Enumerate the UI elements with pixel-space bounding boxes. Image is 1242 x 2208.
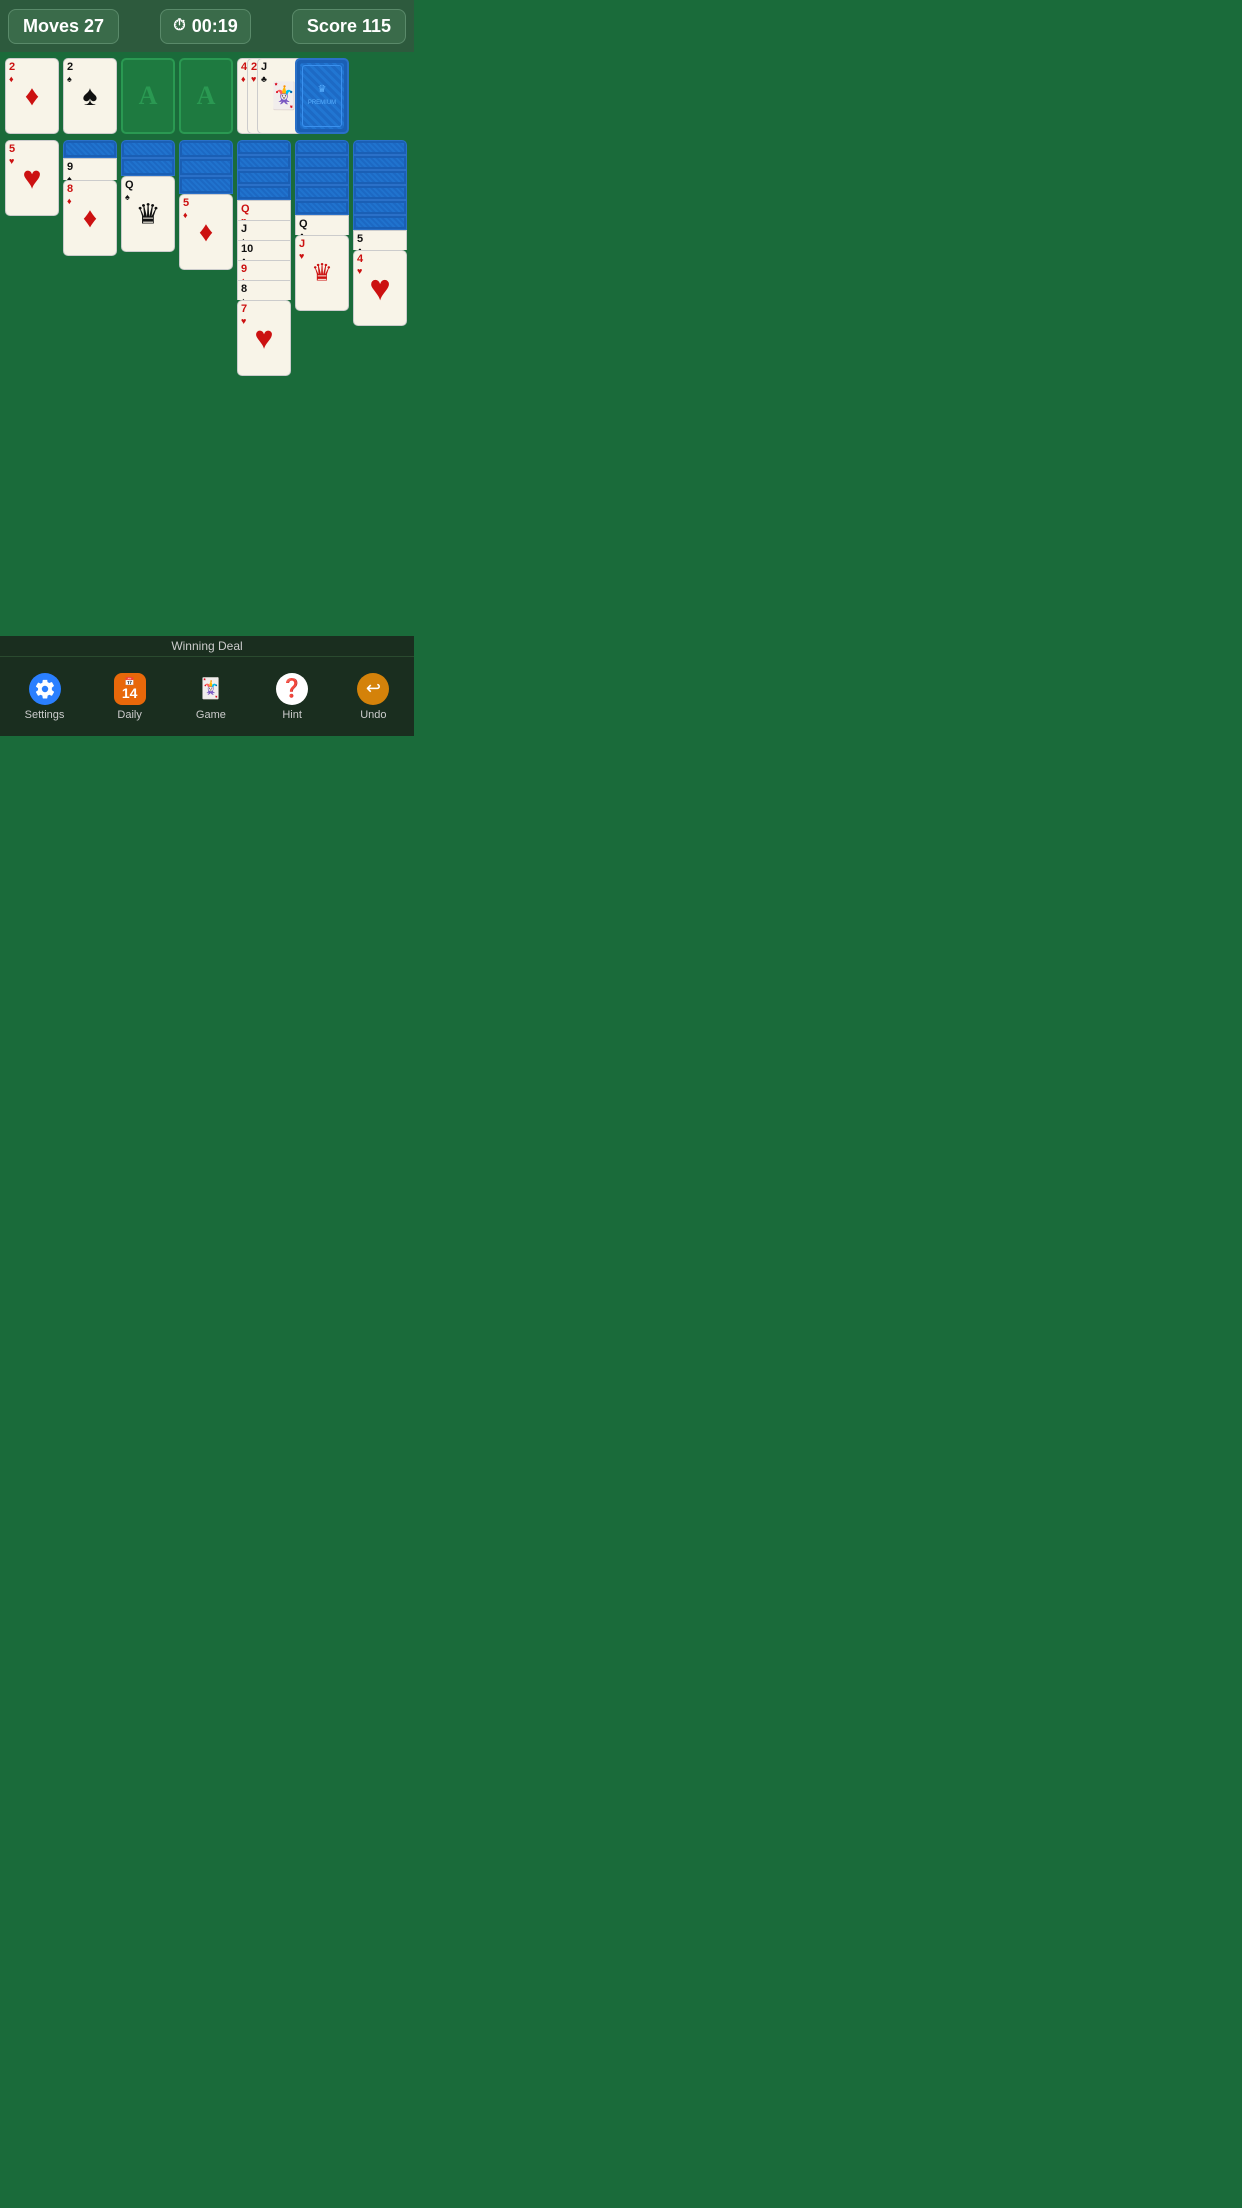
face-down-card (353, 155, 407, 170)
game-icon: 🃏 (195, 673, 227, 705)
face-down-card (295, 185, 349, 200)
card-rank: 2♦ (9, 61, 15, 85)
settings-icon (29, 673, 61, 705)
face-down-card (63, 140, 117, 158)
tableau-card[interactable]: Q♥ (237, 200, 291, 220)
face-down-card (353, 170, 407, 185)
top-row: 2♦ ♦ 2♠ ♠ A A 4♦ 2♥ J♣ 🃏 (5, 58, 409, 134)
face-down-card (295, 140, 349, 155)
tableau-col-2: 9♠ 8♦ ♦ (63, 140, 117, 256)
tableau: 5♥ ♥ 9♠ 8♦ ♦ (5, 140, 409, 376)
moves-counter: Moves 27 (8, 9, 119, 44)
bottom-nav: Settings 📅 14 Daily 🃏 Game ❓ Hint ↩ Undo (0, 656, 414, 736)
face-down-card (295, 200, 349, 215)
tableau-card[interactable]: Q♠ ♛ (121, 176, 175, 252)
tableau-card[interactable]: 8♠ (237, 280, 291, 300)
tableau-col-1: 5♥ ♥ (5, 140, 59, 216)
foundation-1[interactable]: 2♦ ♦ (5, 58, 59, 134)
tableau-card[interactable]: 5♥ ♥ (5, 140, 59, 216)
timer-display: ⏱ 00:19 (160, 9, 251, 44)
face-down-card (295, 155, 349, 170)
tableau-card[interactable]: 10♣ (237, 240, 291, 260)
tableau-card[interactable]: 9♦ (237, 260, 291, 280)
nav-hint[interactable]: ❓ Hint (276, 673, 308, 721)
score-counter: Score 115 (292, 9, 406, 44)
daily-icon: 📅 14 (114, 673, 146, 705)
tableau-card[interactable]: 4♥ ♥ (353, 250, 407, 326)
tableau-card[interactable]: 7♥ ♥ (237, 300, 291, 376)
winning-deal-label: Winning Deal (0, 636, 414, 656)
card-back-inner: ♛PREMIUM (302, 65, 342, 127)
tableau-card[interactable]: J♠ (237, 220, 291, 240)
face-down-card (353, 200, 407, 215)
tableau-col-3: Q♠ ♛ (121, 140, 175, 252)
tableau-col-5: Q♥ J♠ 10♣ 9♦ 8♠ 7♥ ♥ (237, 140, 291, 376)
card-center-suit: ♦ (25, 80, 39, 112)
hint-label: Hint (282, 709, 302, 721)
tableau-col-4: 5♦ ♦ (179, 140, 233, 270)
face-down-card (121, 158, 175, 176)
face-down-card (237, 170, 291, 185)
face-down-card (121, 140, 175, 158)
face-down-card (179, 140, 233, 158)
face-down-card (353, 185, 407, 200)
stock-pile[interactable]: ♛PREMIUM (295, 58, 349, 134)
tableau-col-7: 5♣ 4♥ ♥ (353, 140, 407, 326)
face-down-card (353, 215, 407, 230)
card-center-suit: ♠ (83, 80, 98, 112)
undo-label: Undo (360, 709, 386, 721)
waste-pile[interactable]: 4♦ 2♥ J♣ 🃏 (237, 58, 291, 134)
tableau-card[interactable]: Q♣ (295, 215, 349, 235)
timer-value: 00:19 (192, 16, 238, 37)
card-rank: 2♠ (67, 61, 73, 85)
face-down-card (237, 185, 291, 200)
tableau-card[interactable]: 8♦ ♦ (63, 180, 117, 256)
daily-label: Daily (117, 709, 141, 721)
nav-daily[interactable]: 📅 14 Daily (114, 673, 146, 721)
card-back-logo: ♛PREMIUM (308, 84, 336, 108)
game-label: Game (196, 709, 226, 721)
settings-label: Settings (25, 709, 65, 721)
timer-icon: ⏱ (173, 17, 185, 35)
face-down-card (295, 170, 349, 185)
tableau-col-6: Q♣ J♥ ♛ (295, 140, 349, 311)
game-area: 2♦ ♦ 2♠ ♠ A A 4♦ 2♥ J♣ 🃏 (0, 52, 414, 376)
tableau-card[interactable]: J♥ ♛ (295, 235, 349, 311)
nav-game[interactable]: 🃏 Game (195, 673, 227, 721)
foundation-4[interactable]: A (179, 58, 233, 134)
foundation-2[interactable]: 2♠ ♠ (63, 58, 117, 134)
tableau-card[interactable]: 9♠ (63, 158, 117, 180)
nav-undo[interactable]: ↩ Undo (357, 673, 389, 721)
header: Moves 27 ⏱ 00:19 Score 115 (0, 0, 414, 52)
face-down-card (353, 140, 407, 155)
face-down-card (237, 155, 291, 170)
tableau-card[interactable]: 5♦ ♦ (179, 194, 233, 270)
face-down-card (179, 158, 233, 176)
face-down-card (237, 140, 291, 155)
nav-settings[interactable]: Settings (25, 673, 65, 721)
foundation-3[interactable]: A (121, 58, 175, 134)
face-down-card (179, 176, 233, 194)
undo-icon: ↩ (357, 673, 389, 705)
tableau-card[interactable]: 5♣ (353, 230, 407, 250)
hint-icon: ❓ (276, 673, 308, 705)
